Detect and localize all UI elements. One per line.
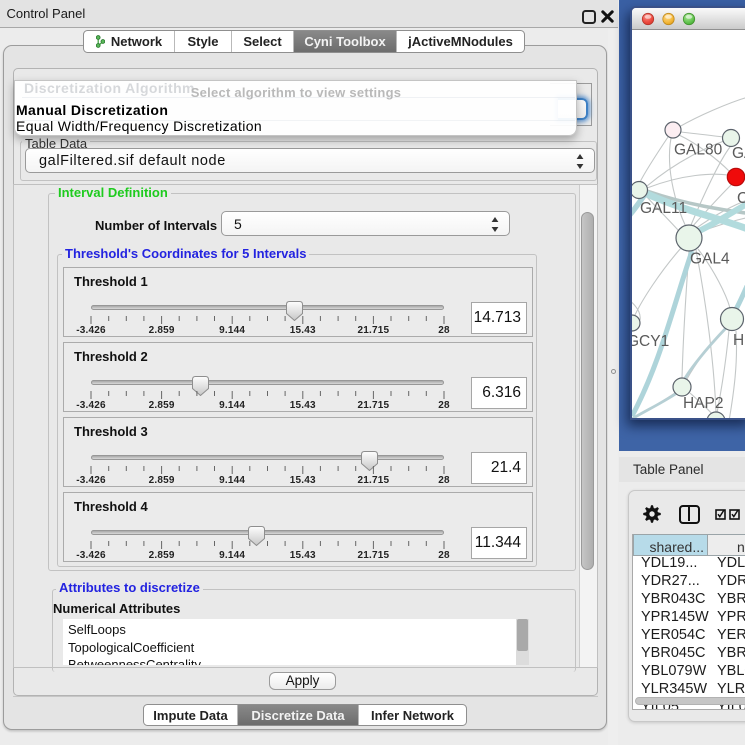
svg-text:GAL80: GAL80 [674, 142, 723, 159]
svg-text:GAL4: GAL4 [690, 251, 730, 268]
svg-text:CD: CD [737, 190, 745, 207]
svg-text:H: H [733, 332, 744, 349]
svg-text:HAP2: HAP2 [683, 395, 724, 412]
svg-text:GCY1: GCY1 [630, 333, 669, 350]
svg-text:GAL11: GAL11 [640, 200, 687, 217]
svg-text:GA: GA [732, 145, 745, 162]
